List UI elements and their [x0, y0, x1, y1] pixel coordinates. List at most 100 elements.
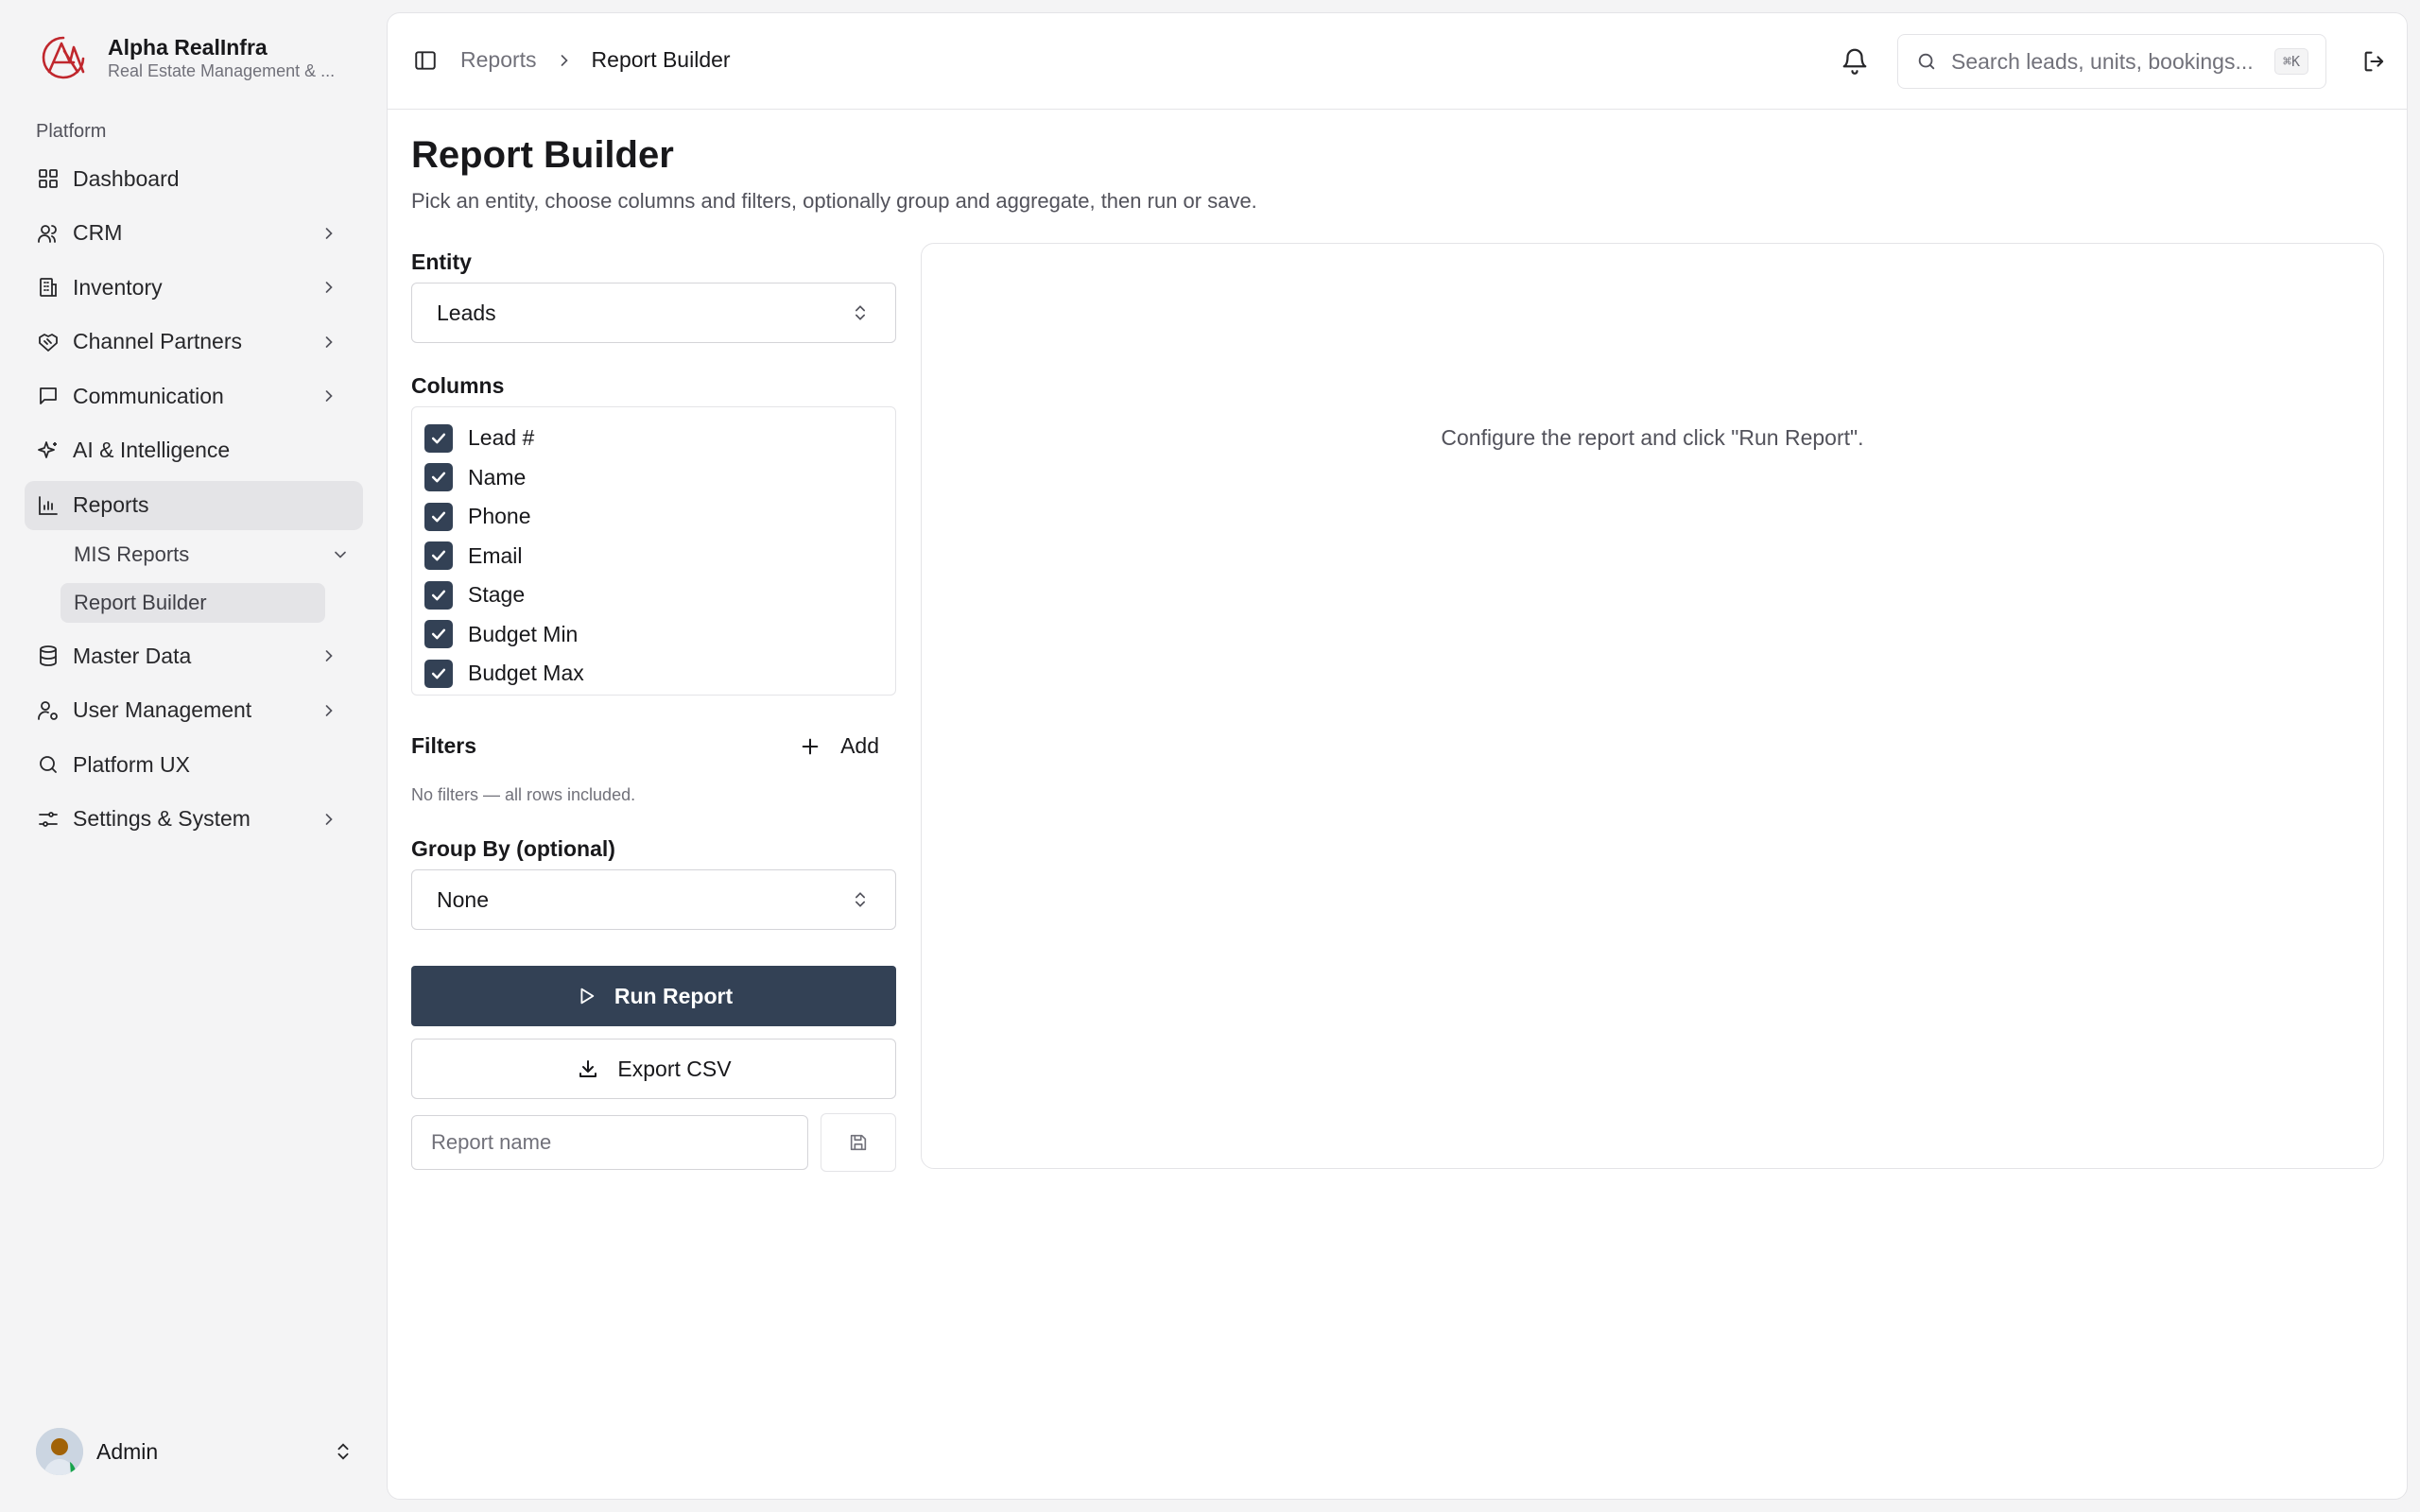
chevron-right-icon — [554, 50, 575, 71]
sidebar-item-dashboard[interactable]: Dashboard — [25, 154, 363, 203]
topbar: Reports Report Builder ⌘K — [388, 13, 2407, 110]
user-name: Admin — [96, 1438, 159, 1464]
column-checkbox[interactable] — [424, 659, 453, 688]
sidebar-item-reports[interactable]: Reports — [25, 480, 363, 530]
entity-label: Entity — [411, 249, 472, 274]
sidebar-item-label: Communication — [73, 383, 224, 408]
chevrons-up-down-icon — [333, 1441, 354, 1462]
user-menu[interactable]: Admin — [36, 1427, 354, 1476]
sidebar-item-master-data[interactable]: Master Data — [25, 631, 363, 680]
main-panel: Reports Report Builder ⌘K Report Builder… — [387, 12, 2408, 1500]
report-name-input[interactable] — [411, 1115, 808, 1170]
sidebar-subitem-report-builder[interactable]: Report Builder — [60, 583, 325, 624]
column-label: Email — [468, 542, 523, 568]
group-by-label: Group By (optional) — [411, 836, 615, 861]
logout-icon[interactable] — [2360, 47, 2389, 76]
brand-name: Alpha RealInfra — [108, 35, 268, 60]
column-option-phone[interactable]: Phone — [424, 497, 883, 537]
save-report-row — [411, 1113, 896, 1172]
breadcrumb-current: Report Builder — [591, 47, 731, 72]
chevron-down-icon — [331, 545, 350, 564]
plus-icon — [799, 735, 821, 758]
column-option-email[interactable]: Email — [424, 537, 883, 576]
sidebar-item-crm[interactable]: CRM — [25, 209, 363, 258]
run-report-button[interactable]: Run Report — [411, 966, 896, 1026]
brand-subtitle: Real Estate Management & ... — [108, 61, 336, 80]
group-by-value: None — [437, 886, 489, 912]
entity-select[interactable]: Leads — [411, 283, 896, 343]
column-option-budget-max[interactable]: Budget Max — [424, 654, 883, 694]
columns-label: Columns — [411, 373, 505, 398]
column-label: Budget Max — [468, 661, 584, 686]
save-report-button[interactable] — [821, 1113, 896, 1172]
sidebar-item-channel-partners[interactable]: Channel Partners — [25, 318, 363, 367]
sidebar-item-label: Settings & System — [73, 806, 251, 832]
sidebar-item-ai-intelligence[interactable]: AI & Intelligence — [25, 426, 363, 475]
column-label: Name — [468, 464, 527, 490]
column-label: Stage — [468, 582, 526, 608]
nav-group-label: Platform — [36, 121, 107, 142]
save-icon — [847, 1131, 870, 1154]
chevron-right-icon — [319, 645, 339, 666]
reports-sub-nav: MIS Reports Report Builder — [60, 535, 363, 624]
brand-logo-icon — [36, 30, 91, 85]
sliders-icon — [36, 807, 60, 832]
chevrons-up-down-icon — [850, 889, 871, 910]
chevron-right-icon — [319, 277, 339, 298]
filters-label: Filters — [411, 733, 477, 758]
column-checkbox[interactable] — [424, 620, 453, 649]
search-input[interactable] — [1951, 48, 2265, 75]
page-title: Report Builder — [411, 134, 674, 176]
column-option-stage[interactable]: Stage — [424, 576, 883, 615]
sidebar-toggle-icon[interactable] — [412, 47, 439, 74]
breadcrumb: Reports Report Builder — [460, 47, 731, 73]
chevron-right-icon — [319, 223, 339, 244]
search-icon — [1915, 50, 1938, 73]
users-icon — [36, 221, 60, 246]
global-search[interactable]: ⌘K — [1897, 34, 2326, 89]
page-subtitle: Pick an entity, choose columns and filte… — [411, 189, 1257, 213]
sidebar-item-inventory[interactable]: Inventory — [25, 263, 363, 312]
column-option-lead-number[interactable]: Lead # — [424, 419, 883, 458]
sidebar-item-platform-ux[interactable]: Platform UX — [25, 740, 363, 789]
column-option-name[interactable]: Name — [424, 458, 883, 498]
sidebar-item-label: CRM — [73, 220, 123, 246]
user-cog-icon — [36, 698, 60, 723]
breadcrumb-reports[interactable]: Reports — [460, 47, 537, 73]
grid-icon — [36, 166, 60, 191]
builder-form: Entity Leads Columns Lead # Name Phone E… — [411, 249, 896, 1172]
sidebar-item-label: Master Data — [73, 643, 192, 668]
brand[interactable]: Alpha RealInfra Real Estate Management &… — [36, 30, 358, 85]
message-square-icon — [36, 384, 60, 408]
chevron-right-icon — [319, 332, 339, 352]
sidebar-item-settings-system[interactable]: Settings & System — [25, 795, 363, 844]
run-report-label: Run Report — [614, 983, 734, 1008]
bell-icon[interactable] — [1840, 45, 1870, 76]
sidebar-item-user-management[interactable]: User Management — [25, 686, 363, 735]
column-checkbox[interactable] — [424, 580, 453, 610]
database-icon — [36, 644, 60, 668]
column-label: Lead # — [468, 425, 535, 451]
sidebar-subitem-mis-reports[interactable]: MIS Reports — [60, 535, 363, 575]
sidebar-item-label: Inventory — [73, 274, 163, 300]
sidebar-subitem-label: MIS Reports — [74, 542, 190, 567]
sidebar-item-label: Dashboard — [73, 165, 180, 191]
sidebar-item-label: Platform UX — [73, 751, 190, 777]
sidebar-subitem-label: Report Builder — [74, 591, 207, 615]
export-csv-button[interactable]: Export CSV — [411, 1039, 896, 1099]
sidebar: Alpha RealInfra Real Estate Management &… — [0, 0, 387, 1512]
column-checkbox[interactable] — [424, 502, 453, 531]
column-checkbox[interactable] — [424, 463, 453, 492]
chevron-right-icon — [319, 700, 339, 721]
column-checkbox[interactable] — [424, 541, 453, 571]
search-icon — [36, 752, 60, 777]
play-icon — [575, 985, 597, 1007]
add-filter-button[interactable]: Add — [799, 733, 896, 759]
sparkles-icon — [36, 438, 60, 463]
filters-header: Filters Add — [411, 733, 896, 759]
column-checkbox[interactable] — [424, 423, 453, 453]
group-by-select[interactable]: None — [411, 869, 896, 930]
column-option-budget-min[interactable]: Budget Min — [424, 615, 883, 655]
sidebar-item-communication[interactable]: Communication — [25, 371, 363, 421]
columns-list: Lead # Name Phone Email Stage Budget Min… — [411, 406, 896, 696]
